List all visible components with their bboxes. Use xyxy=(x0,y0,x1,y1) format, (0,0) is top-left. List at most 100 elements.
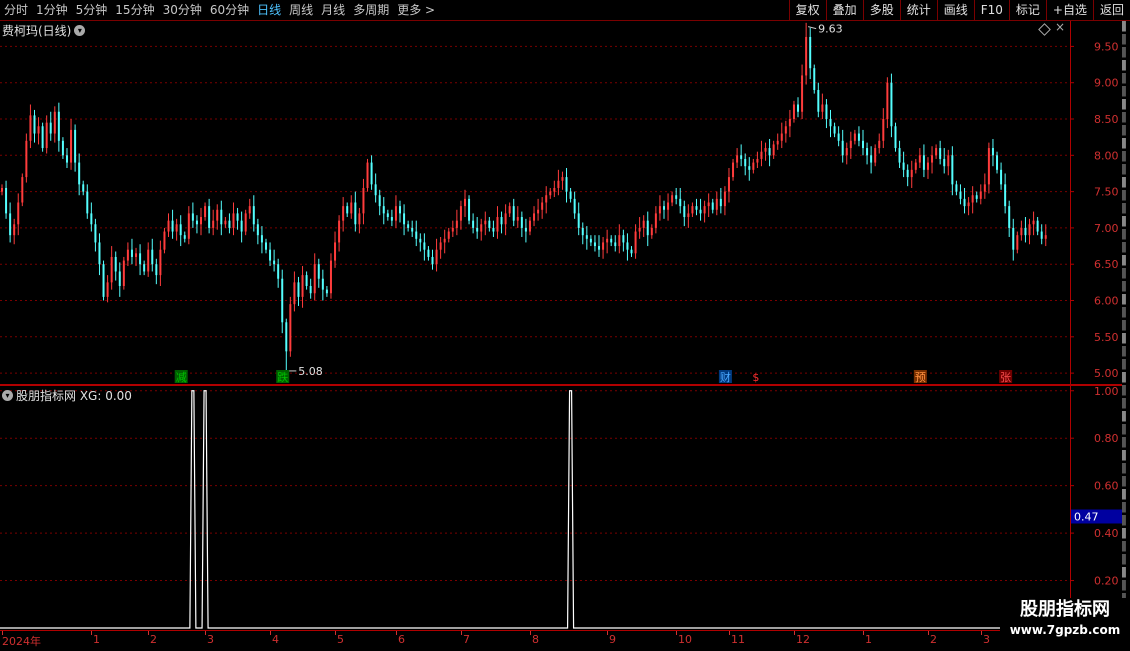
candle-body xyxy=(431,256,434,265)
tab-period-4[interactable]: 30分钟 xyxy=(159,0,206,20)
candle-body xyxy=(565,177,568,192)
candle-body xyxy=(589,238,592,243)
tab-period-3[interactable]: 15分钟 xyxy=(111,0,158,20)
side-strip-glyph: ▌ xyxy=(1122,320,1130,331)
event-marker[interactable]: 财 xyxy=(720,370,731,384)
event-marker[interactable]: 预 xyxy=(915,371,926,384)
candle-body xyxy=(719,198,722,207)
tab-period-9[interactable]: 多周期 xyxy=(349,0,393,20)
candle-body xyxy=(1040,231,1043,239)
tab-period-6[interactable]: 日线 xyxy=(253,0,285,20)
side-strip-glyph: ▌ xyxy=(1122,528,1130,539)
candle-body xyxy=(699,209,702,214)
x-tick-mark xyxy=(607,631,608,635)
candle-body xyxy=(1036,220,1039,232)
toolbar-button-4[interactable]: 画线 xyxy=(936,0,974,20)
x-tick-mark xyxy=(794,631,795,635)
price-chart-panel[interactable]: 费柯玛(日线) ▾ × 5.00 5.50 6.00 6.50 7.00 7.50 8.00… xyxy=(0,20,1130,384)
candle-body xyxy=(626,242,629,250)
side-strip-glyph: ▌ xyxy=(1122,112,1130,123)
candle-body xyxy=(183,235,186,239)
candle-body xyxy=(244,213,247,232)
tab-period-7[interactable]: 周线 xyxy=(285,0,317,20)
candle-body xyxy=(658,206,661,214)
toolbar-button-3[interactable]: 统计 xyxy=(899,0,937,20)
candle-body xyxy=(882,119,885,141)
candle-body xyxy=(212,220,215,228)
side-strip-glyph: ▌ xyxy=(1122,359,1130,370)
candle-body xyxy=(476,227,479,232)
indicator-y-tick-label: 0.80 xyxy=(1094,432,1119,445)
candle-body xyxy=(703,206,706,214)
candle-body xyxy=(650,227,653,236)
candle-body xyxy=(813,68,816,90)
stock-name-period: 费柯玛(日线) xyxy=(2,24,72,38)
x-tick-label: 7 xyxy=(463,633,470,646)
candle-body xyxy=(403,213,406,225)
candle-body xyxy=(524,227,527,232)
candle-body xyxy=(577,213,580,228)
toolbar-button-7[interactable]: +自选 xyxy=(1045,0,1093,20)
tab-period-0[interactable]: 分时 xyxy=(0,0,32,20)
event-marker[interactable]: 减 xyxy=(176,371,187,384)
candle-body xyxy=(204,206,207,218)
chevron-down-icon[interactable]: ▾ xyxy=(2,390,13,401)
candle-body xyxy=(41,126,44,149)
tab-period-2[interactable]: 5分钟 xyxy=(72,0,112,20)
candle-body xyxy=(374,184,377,196)
watermark-url: www.7gpzb.com xyxy=(1009,623,1121,637)
event-marker[interactable]: 跌 xyxy=(277,370,288,384)
candle-body xyxy=(139,253,142,265)
candle-body xyxy=(427,249,430,257)
main-chart-title: 费柯玛(日线) ▾ xyxy=(2,22,86,39)
toolbar-button-5[interactable]: F10 xyxy=(973,0,1009,20)
side-strip-glyph: ▌ xyxy=(1122,73,1130,84)
side-strip-glyph: ▌ xyxy=(1122,242,1130,253)
tab-period-5[interactable]: 60分钟 xyxy=(206,0,253,20)
candle-body xyxy=(662,206,665,210)
candle-body xyxy=(1004,184,1007,207)
candle-body xyxy=(585,235,588,239)
chevron-down-icon[interactable]: ▾ xyxy=(74,25,86,36)
indicator-y-tick-label: 1.00 xyxy=(1094,386,1119,398)
candle-body xyxy=(512,206,515,221)
candle-body xyxy=(423,242,426,250)
candle-body xyxy=(1016,235,1019,250)
candle-body xyxy=(325,289,328,294)
side-strip-glyph: ▌ xyxy=(1122,424,1130,435)
tab-period-10[interactable]: 更多 > xyxy=(393,0,439,20)
tab-period-1[interactable]: 1分钟 xyxy=(32,0,72,20)
candlestick-chart[interactable]: 5.00 5.50 6.00 6.50 7.00 7.50 8.00 8.50 9.00 9.50… xyxy=(0,21,1130,384)
indicator-panel[interactable]: ▾ 股朋指标网 XG: 0.00 0.20 0.40 0.60 0.80 1.00 0.4… xyxy=(0,386,1130,630)
candle-body xyxy=(350,202,353,214)
y-tick-label: 5.00 xyxy=(1094,367,1119,380)
x-tick-mark xyxy=(396,631,397,635)
x-tick-mark xyxy=(981,631,982,635)
indicator-chart[interactable]: 0.20 0.40 0.60 0.80 1.00 0.47 xyxy=(0,386,1130,630)
y-tick-label: 8.50 xyxy=(1094,113,1119,126)
toolbar-button-2[interactable]: 多股 xyxy=(862,0,900,20)
toolbar-button-6[interactable]: 标记 xyxy=(1008,0,1046,20)
candle-body xyxy=(463,198,466,207)
toolbar-button-1[interactable]: 叠加 xyxy=(825,0,863,20)
candle-body xyxy=(224,220,227,225)
event-marker[interactable]: $ xyxy=(752,371,759,384)
candle-body xyxy=(853,133,856,141)
tab-period-8[interactable]: 月线 xyxy=(317,0,349,20)
candle-body xyxy=(894,126,897,149)
event-marker[interactable]: 张 xyxy=(1000,371,1011,384)
watermark-title: 股朋指标网 xyxy=(1020,599,1110,620)
toolbar-button-0[interactable]: 复权 xyxy=(788,0,826,20)
x-tick-label: 1 xyxy=(865,633,872,646)
x-tick-label: 12 xyxy=(796,633,810,646)
candle-body xyxy=(1008,206,1011,228)
candle-body xyxy=(439,242,442,250)
candle-body xyxy=(809,36,812,69)
side-strip-glyph: ▌ xyxy=(1122,554,1130,565)
candle-body xyxy=(260,235,263,243)
date-axis: 2024年 1 2 3 4 5 6 7 8 9 10 11 12 1 2 3 xyxy=(0,630,1130,651)
candle-body xyxy=(504,213,507,225)
x-tick-mark xyxy=(148,631,149,635)
candle-body xyxy=(334,242,337,261)
toolbar-button-8[interactable]: 返回 xyxy=(1092,0,1130,20)
